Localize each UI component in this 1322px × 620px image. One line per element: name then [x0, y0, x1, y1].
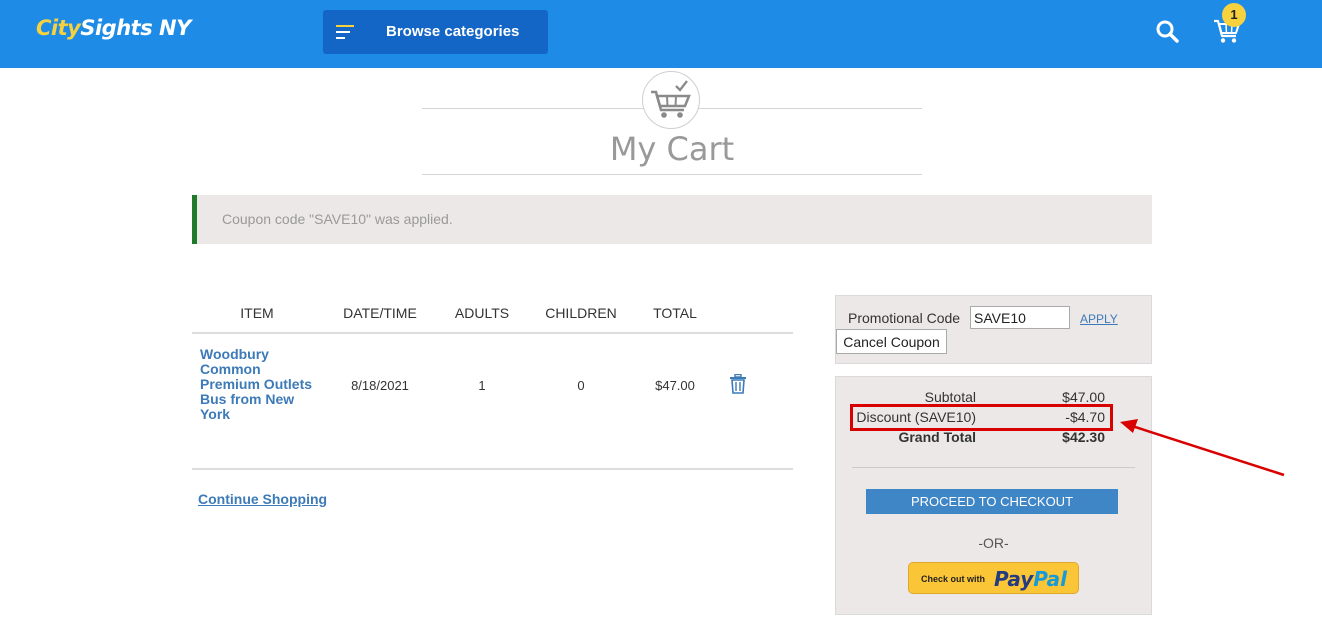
- order-totals-panel: Subtotal $47.00 Discount (SAVE10) -$4.70…: [835, 376, 1152, 615]
- search-icon[interactable]: [1155, 19, 1179, 43]
- apply-coupon-link[interactable]: APPLY: [1080, 312, 1118, 326]
- column-header-date: DATE/TIME: [343, 305, 417, 321]
- column-header-item: ITEM: [240, 305, 274, 321]
- paypal-logo: PayPal: [994, 567, 1067, 591]
- promo-code-input[interactable]: [970, 306, 1070, 329]
- subtotal-label: Subtotal: [924, 389, 976, 405]
- trash-icon[interactable]: [729, 374, 747, 394]
- or-separator: -OR-: [978, 535, 1009, 551]
- paypal-checkout-button[interactable]: Check out with PayPal: [908, 562, 1079, 594]
- browse-categories-label: Browse categories: [386, 23, 520, 40]
- cart-item-children: 0: [577, 378, 585, 393]
- column-header-adults: ADULTS: [454, 305, 510, 321]
- title-bottom-divider: [422, 174, 922, 175]
- coupon-applied-alert: Coupon code "SAVE10" was applied.: [192, 195, 1152, 244]
- totals-divider: [852, 467, 1135, 468]
- subtotal-value: $47.00: [1062, 389, 1105, 405]
- cancel-coupon-button[interactable]: Cancel Coupon: [836, 329, 947, 354]
- continue-shopping-link[interactable]: Continue Shopping: [198, 491, 327, 507]
- grand-total-label: Grand Total: [898, 429, 976, 445]
- discount-highlight-box: [850, 404, 1113, 431]
- promo-code-panel: Promotional Code APPLY Cancel Coupon: [835, 295, 1152, 364]
- cart-title-badge: [642, 71, 700, 129]
- top-navigation-bar: CitySights NY Browse categories 1: [0, 0, 1322, 68]
- browse-categories-button[interactable]: Browse categories: [323, 10, 548, 54]
- logo-city-text: City: [36, 16, 81, 40]
- cart-item-date: 8/18/2021: [351, 378, 409, 393]
- paypal-pay-text: Pay: [994, 567, 1034, 591]
- cart-item-adults: 1: [478, 378, 486, 393]
- paypal-small-text: Check out with: [921, 574, 986, 584]
- table-header-divider: [192, 332, 793, 334]
- column-header-total: TOTAL: [653, 305, 697, 321]
- table-bottom-divider: [192, 468, 793, 470]
- proceed-to-checkout-button[interactable]: PROCEED TO CHECKOUT: [866, 489, 1118, 514]
- page-title: My Cart: [609, 130, 735, 168]
- site-logo[interactable]: CitySights NY: [36, 16, 191, 40]
- grand-total-value: $42.30: [1062, 429, 1105, 445]
- paypal-pal-text: Pal: [1033, 567, 1068, 591]
- cart-count-badge: 1: [1222, 3, 1246, 27]
- cart-check-icon: [651, 80, 691, 118]
- logo-sights-text: Sights NY: [80, 16, 191, 40]
- annotation-arrow-icon: [1120, 419, 1285, 477]
- alert-message: Coupon code "SAVE10" was applied.: [222, 211, 453, 227]
- column-header-children: CHILDREN: [545, 305, 617, 321]
- cart-item-link[interactable]: Woodbury Common Premium Outlets Bus from…: [200, 347, 320, 422]
- menu-icon: [336, 25, 354, 39]
- cart-item-total: $47.00: [655, 378, 695, 393]
- promo-code-label: Promotional Code: [848, 310, 961, 326]
